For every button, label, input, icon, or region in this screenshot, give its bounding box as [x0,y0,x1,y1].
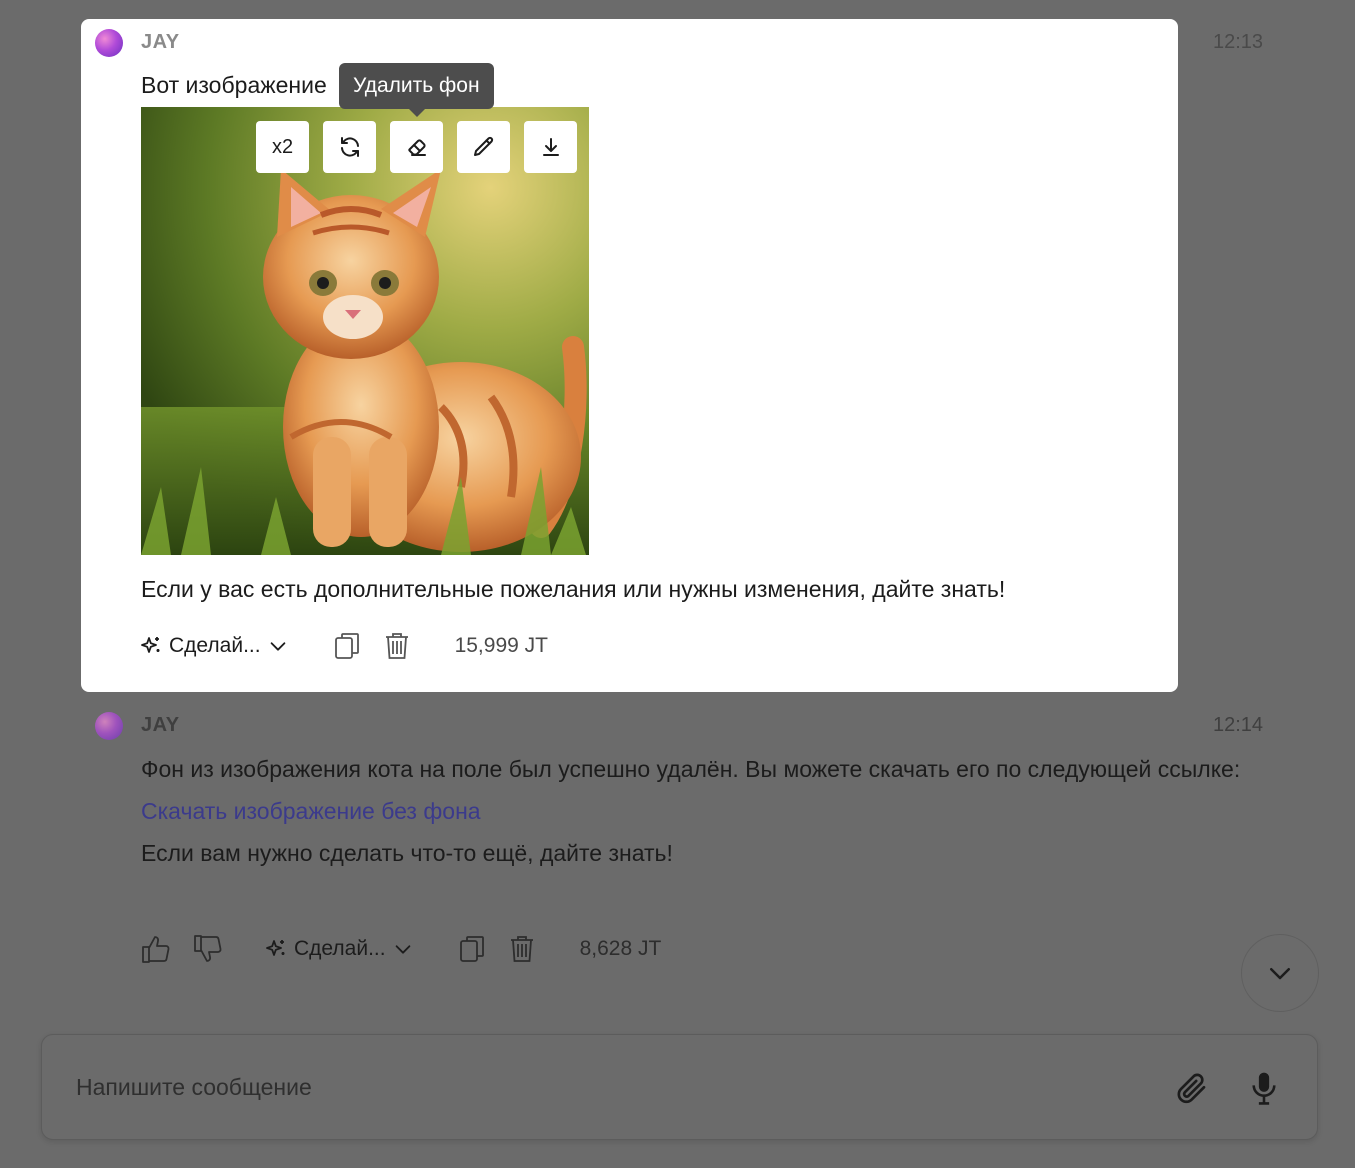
generated-image[interactable]: x2 [141,107,589,555]
delete-button[interactable] [508,934,536,964]
token-count: 8,628 JT [579,937,662,960]
message-sender: JAY [141,31,180,53]
copy-button[interactable] [333,631,361,661]
trash-icon [510,936,533,962]
sparkle-icon [141,637,160,653]
download-no-background-link[interactable]: Скачать изображение без фона [141,790,1281,832]
pencil-icon [473,136,493,156]
assistant-avatar [95,29,123,57]
message-text-line: Если вам нужно сделать что-то ещё, дайте… [141,840,673,866]
message-body: Фон из изображения кота на поле был успе… [141,748,1281,874]
upscale-x2-button[interactable]: x2 [256,121,309,173]
regenerate-button[interactable] [323,121,376,173]
message-time: 12:13 [1213,31,1264,53]
eraser-icon [407,139,426,156]
microphone-icon [1252,1072,1276,1105]
copy-icon [334,633,359,659]
refresh-icon [340,137,359,157]
thumbs-up-icon [142,936,170,963]
dislike-button[interactable] [192,933,224,965]
copy-icon [459,936,484,962]
sparkle-icon [266,940,285,956]
assistant-avatar [95,712,123,740]
chevron-down-icon [1270,968,1290,980]
image-toolbar: x2 [256,121,577,173]
quick-action-dropdown[interactable]: Сделай... [139,634,289,658]
token-count: 15,999 JT [454,634,548,657]
remove-background-tooltip: Удалить фон [339,63,494,117]
copy-button[interactable] [458,934,486,964]
trash-icon [385,633,408,659]
scroll-to-bottom-button[interactable] [1241,934,1319,1012]
message-sender: JAY [141,714,180,736]
remove-background-button[interactable] [390,121,443,173]
attach-file-button[interactable] [1174,1070,1210,1106]
like-button[interactable] [140,933,172,965]
quick-action-label: Сделай... [169,634,261,657]
download-icon [542,138,559,156]
kitten-image-illustration [141,107,589,555]
message-card-highlighted: JAY Вот изображениее: [81,19,1178,692]
message-time: 12:14 [1213,714,1264,736]
chevron-down-icon [270,642,285,651]
paperclip-icon [1177,1073,1206,1104]
message-composer [41,1034,1318,1140]
quick-action-dropdown[interactable]: Сделай... [264,937,414,961]
message-actions: Сделай... 15,999 JT [139,631,548,661]
voice-input-button[interactable] [1248,1070,1280,1106]
thumbs-down-icon [194,935,222,962]
download-image-button[interactable] [524,121,577,173]
delete-button[interactable] [383,631,411,661]
message-text-line: Фон из изображения кота на поле был успе… [141,756,1241,782]
quick-action-label: Сделай... [294,937,386,960]
message-input[interactable] [76,1065,1156,1109]
chevron-down-icon [395,945,410,954]
message-outro-text: Если у вас есть дополнительные пожелания… [141,576,1006,602]
edit-image-button[interactable] [457,121,510,173]
message-actions: Сделай... 8,628 JT [140,933,661,965]
